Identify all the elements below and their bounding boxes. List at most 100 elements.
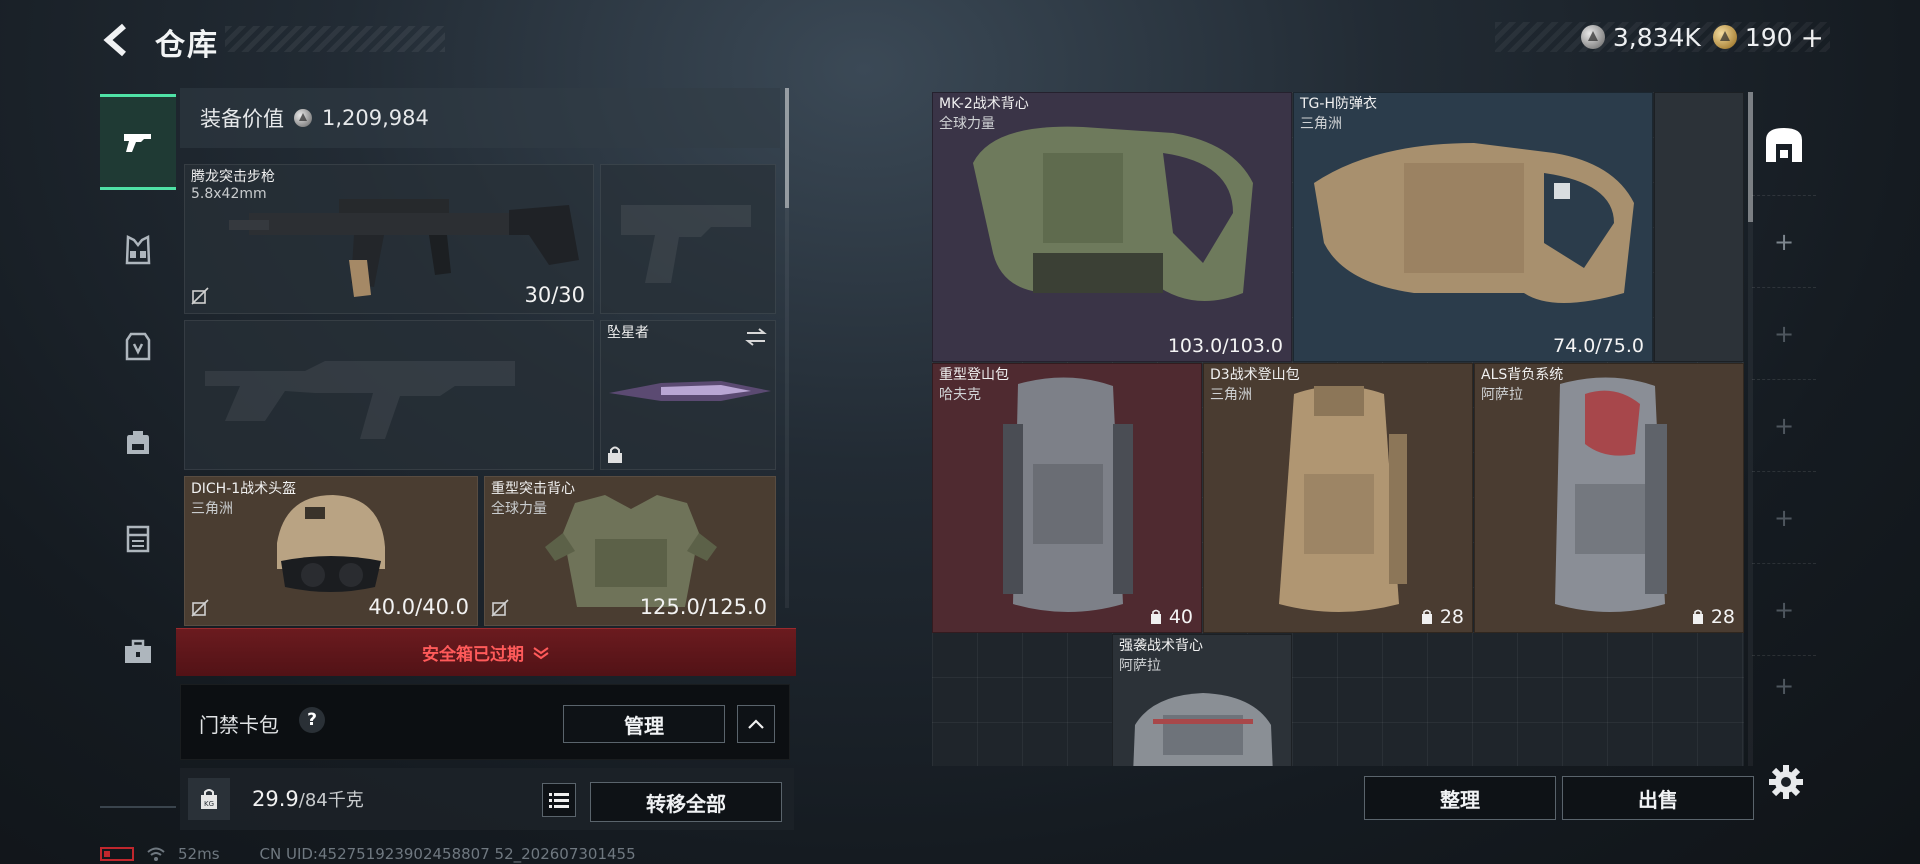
slot-body-armor[interactable]: 重型突击背心 全球力量 125.0/125.0 — [484, 476, 776, 626]
rail-tab-armor[interactable] — [100, 298, 176, 394]
warehouse-icon — [1766, 127, 1802, 162]
warehouse-tab-add[interactable]: + — [1752, 472, 1816, 564]
gold-currency[interactable]: 190 + — [1712, 21, 1824, 54]
safebox-expired-text: 安全箱已过期 — [422, 645, 524, 665]
warehouse-tabs: + + + + + + — [1752, 92, 1816, 732]
warehouse-tab-main[interactable] — [1752, 92, 1816, 196]
item-faction: 全球力量 — [939, 116, 995, 132]
slot-secondary-weapon-empty[interactable] — [184, 320, 594, 470]
tactical-backpack-image — [1279, 386, 1407, 612]
chest-rig-icon — [125, 235, 151, 265]
tactical-vest-image — [973, 126, 1253, 301]
item-faction: 哈夫克 — [939, 387, 981, 403]
silver-coin-icon — [294, 109, 312, 127]
toolbox-icon — [125, 639, 151, 663]
warehouse-tab-add[interactable]: + — [1752, 288, 1816, 380]
storage-item[interactable]: TG-H防弹衣 三角洲 74.0/75.0 — [1293, 92, 1653, 362]
equipment-value-bar: 装备价值 1,209,984 — [180, 88, 780, 148]
item-capacity: 40 — [1148, 606, 1193, 628]
rail-tab-weapons[interactable] — [100, 94, 176, 190]
collapse-button[interactable] — [737, 705, 775, 743]
weight-bar: KG 29.9/84千克 转移全部 — [180, 768, 794, 830]
capacity-value: 28 — [1710, 606, 1735, 628]
warehouse-tab-add[interactable]: + — [1752, 380, 1816, 472]
loadout-scrollbar[interactable] — [785, 88, 789, 608]
slot-primary-weapon[interactable]: 腾龙突击步枪 5.8x42mm 30/30 — [184, 164, 594, 314]
weight-max: /84千克 — [298, 790, 364, 811]
rail-tab-toolbox[interactable] — [100, 604, 176, 700]
chevron-down-icon — [533, 646, 549, 659]
status-bar: 52ms CN UID:452751923902458807 52_202607… — [100, 844, 636, 864]
warehouse-tab-add[interactable]: + — [1752, 656, 1816, 716]
capacity-value: 28 — [1439, 606, 1464, 628]
slot-melee[interactable]: 坠星者 — [600, 320, 776, 470]
armor-icon — [125, 332, 151, 361]
storage-item[interactable]: 重型登山包 哈夫克 40 — [932, 363, 1202, 633]
list-icon — [549, 793, 569, 808]
currency-bar: 3,834K 190 + — [1495, 21, 1830, 54]
help-icon[interactable]: ? — [299, 707, 325, 733]
item-durability: 74.0/75.0 — [1552, 335, 1644, 357]
gold-coin-icon — [1712, 25, 1737, 49]
back-arrow-icon[interactable] — [100, 22, 136, 58]
safebox-expired-banner[interactable]: 安全箱已过期 — [176, 628, 796, 676]
container-icon — [126, 525, 150, 553]
item-faction: 阿萨拉 — [1481, 387, 1523, 403]
slot-pistol-empty[interactable] — [600, 164, 776, 314]
carry-system-image — [1555, 377, 1667, 612]
battery-icon — [100, 847, 134, 861]
item-durability: 103.0/103.0 — [1167, 335, 1283, 357]
top-bar: 仓库 3,834K 190 + — [0, 0, 1920, 80]
empty-cell[interactable] — [1654, 92, 1744, 362]
item-faction: 三角洲 — [1300, 116, 1342, 132]
keycard-wallet-section: 门禁卡包 ? 管理 — [180, 684, 790, 760]
chevron-up-icon — [748, 719, 764, 729]
capacity-icon — [1150, 609, 1161, 624]
title-decoration — [225, 26, 445, 52]
settings-gear-icon[interactable] — [1766, 762, 1806, 802]
page-title: 仓库 — [155, 28, 219, 63]
sort-button[interactable]: 整理 — [1364, 776, 1556, 820]
gold-amount: 190 — [1744, 22, 1793, 52]
wifi-icon — [147, 847, 165, 861]
item-name: MK-2战术背心 — [939, 96, 1029, 112]
item-capacity: 28 — [1690, 606, 1735, 628]
transfer-all-button[interactable]: 转移全部 — [590, 782, 782, 822]
warehouse-tab-add[interactable]: + — [1752, 196, 1816, 288]
manage-button[interactable]: 管理 — [563, 705, 725, 743]
rail-tab-chest-rig[interactable] — [100, 202, 176, 298]
pistol-icon — [124, 134, 151, 152]
storage-item[interactable]: ALS背负系统 阿萨拉 28 — [1474, 363, 1744, 633]
ping-value: 52ms — [178, 845, 220, 863]
capacity-icon — [1421, 609, 1432, 624]
item-name: ALS背负系统 — [1481, 367, 1564, 383]
storage-item[interactable]: D3战术登山包 三角洲 28 — [1203, 363, 1473, 633]
no-drop-icon — [191, 287, 209, 305]
item-durability: 40.0/40.0 — [368, 595, 469, 619]
rail-divider — [100, 806, 176, 808]
ammo-count: 30/30 — [524, 283, 585, 307]
storage-item[interactable]: 强袭战术背心 阿萨拉 — [1112, 634, 1292, 766]
weight-current: 29.9 — [252, 787, 299, 811]
silver-coin-icon — [1580, 25, 1605, 49]
item-name: 重型登山包 — [939, 367, 1009, 383]
slot-helmet[interactable]: DICH-1战术头盔 三角洲 40.0/40.0 — [184, 476, 478, 626]
silver-currency[interactable]: 3,834K — [1580, 22, 1701, 52]
list-view-button[interactable] — [542, 783, 576, 817]
silver-amount: 3,834K — [1612, 22, 1701, 52]
weight-readout: 29.9/84千克 — [252, 786, 364, 812]
svg-text:KG: KG — [204, 800, 214, 808]
pistol-silhouette — [621, 205, 751, 283]
sell-button[interactable]: 出售 — [1562, 776, 1754, 820]
weight-bag-icon: KG — [188, 778, 230, 820]
item-name: 强袭战术背心 — [1119, 638, 1203, 654]
warehouse-tab-add[interactable]: + — [1752, 564, 1816, 656]
add-currency-button[interactable]: + — [1801, 21, 1824, 54]
heavy-backpack-image — [1003, 377, 1133, 612]
loadout-panel: 装备价值 1,209,984 腾龙突击步枪 5.8x42mm 30/30 坠星者… — [176, 88, 796, 830]
rail-tab-container[interactable] — [100, 490, 176, 586]
storage-grid: MK-2战术背心 全球力量 103.0/103.0 TG-H防弹衣 三角洲 74… — [932, 92, 1744, 766]
item-durability: 125.0/125.0 — [639, 595, 767, 619]
rail-tab-backpack[interactable] — [100, 394, 176, 490]
storage-item[interactable]: MK-2战术背心 全球力量 103.0/103.0 — [932, 92, 1292, 362]
